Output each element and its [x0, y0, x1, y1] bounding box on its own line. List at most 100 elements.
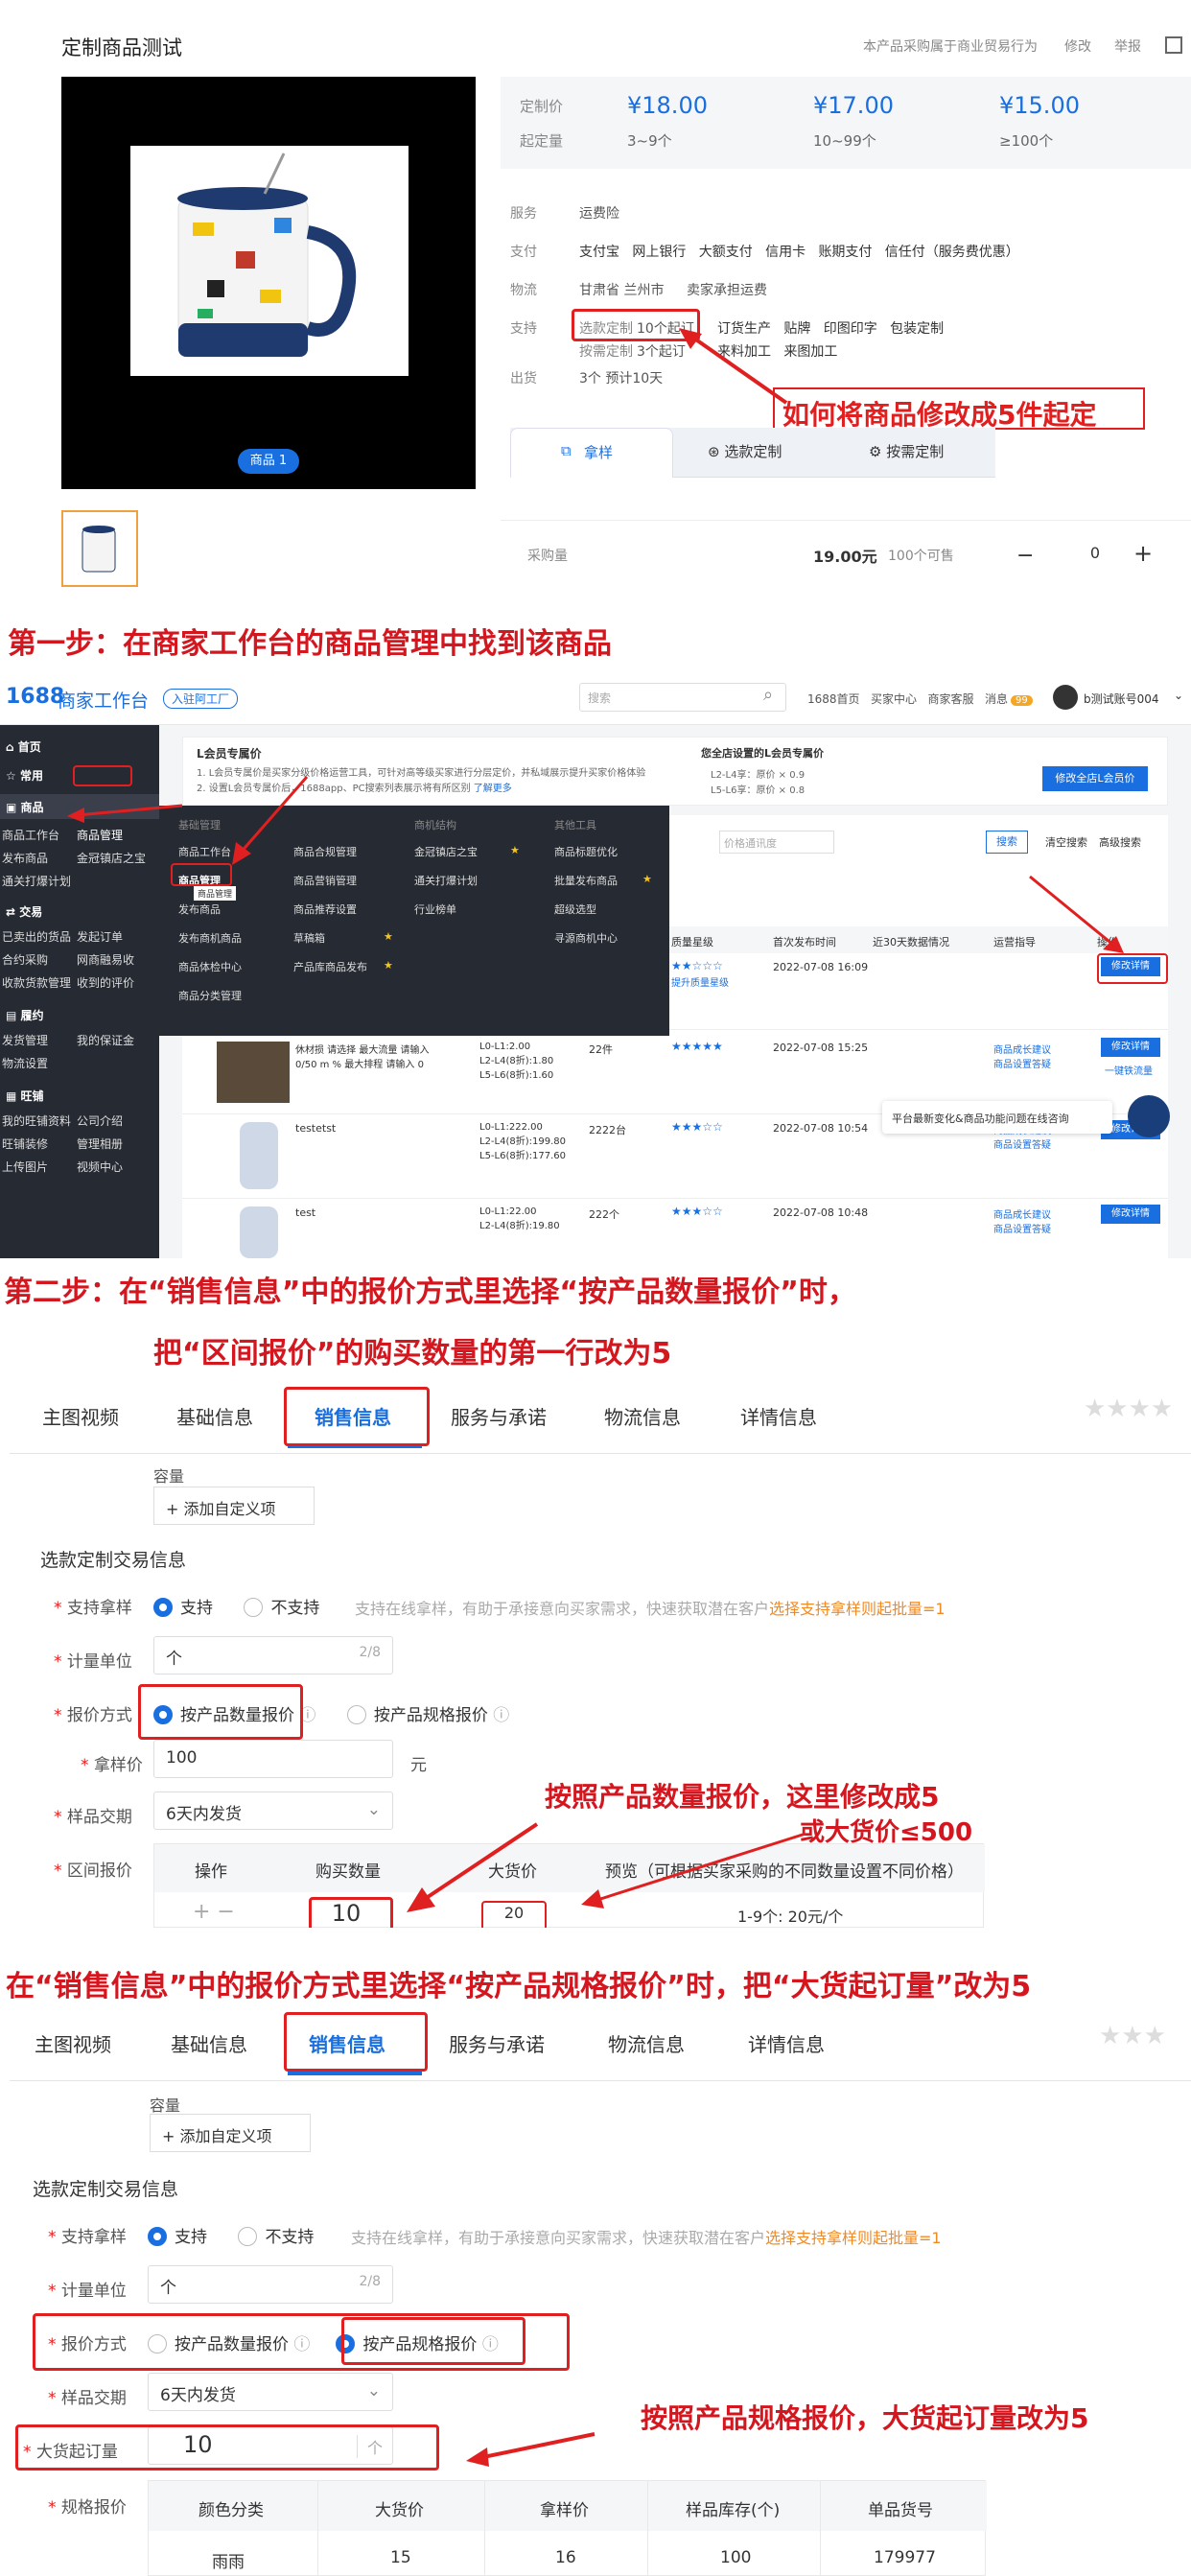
- sidebar-item-logistics[interactable]: 物流设置: [2, 1055, 48, 1071]
- sidebar-item-reviews[interactable]: 收到的评价: [77, 974, 134, 991]
- thumbnail[interactable]: [61, 510, 138, 587]
- edit-link[interactable]: 修改: [1064, 36, 1091, 56]
- tab-custom-demand[interactable]: ⚙ 按需定制: [869, 441, 944, 461]
- qty-input[interactable]: 0: [1066, 544, 1124, 562]
- sidebar-item-payment[interactable]: 收款货款管理: [2, 974, 71, 991]
- search-input[interactable]: 搜索: [579, 683, 786, 712]
- guide-links[interactable]: 商品成长建议 商品设置答疑: [993, 1206, 1051, 1235]
- tab-media[interactable]: 主图视频: [42, 1402, 119, 1430]
- spec-sample-price[interactable]: 16: [555, 2548, 576, 2567]
- nav-home[interactable]: 1688首页: [807, 692, 860, 706]
- sample-price-input[interactable]: 100: [153, 1740, 393, 1778]
- spec-price[interactable]: 15: [390, 2548, 411, 2567]
- tab-service[interactable]: 服务与承诺: [449, 2029, 545, 2057]
- menu-item[interactable]: 批量发布商品: [554, 873, 618, 888]
- qr-icon[interactable]: [1165, 36, 1182, 54]
- product-thumb[interactable]: [240, 1122, 278, 1189]
- sidebar-item-order[interactable]: 发起订单: [77, 928, 123, 945]
- star-icon[interactable]: ★: [384, 930, 393, 943]
- sidebar-item-publish[interactable]: 发布商品: [2, 850, 48, 866]
- sidebar-item-shopinfo[interactable]: 我的旺铺资料: [2, 1112, 71, 1129]
- nav-message[interactable]: 消息: [985, 692, 1008, 706]
- sidebar-shop[interactable]: ▦ 旺铺: [6, 1088, 44, 1104]
- tab-media[interactable]: 主图视频: [35, 2029, 111, 2057]
- menu-item[interactable]: 寻源商机中心: [554, 930, 618, 946]
- add-custom-button[interactable]: + 添加自定义项: [150, 2114, 311, 2152]
- tab-custom-select[interactable]: ⊛ 选款定制: [708, 441, 782, 461]
- tab-basic[interactable]: 基础信息: [176, 1402, 253, 1430]
- assistant-avatar[interactable]: [1128, 1095, 1170, 1137]
- product-thumb[interactable]: [217, 1042, 290, 1103]
- avatar[interactable]: [1053, 685, 1078, 710]
- tab-logistics[interactable]: 物流信息: [604, 1402, 681, 1430]
- spec-sku[interactable]: 179977: [874, 2548, 936, 2567]
- flow-link[interactable]: 一键铁流量: [1105, 1063, 1153, 1077]
- sidebar-item-workbench[interactable]: 商品工作台: [2, 827, 59, 843]
- plus-button[interactable]: +: [1133, 540, 1153, 567]
- chat-bubble[interactable]: 平台最新变化&商品功能问题在线咨询: [882, 1101, 1112, 1134]
- sidebar-item-deposit[interactable]: 我的保证金: [77, 1032, 134, 1048]
- search-icon[interactable]: ⌕: [763, 685, 773, 705]
- account-name[interactable]: b测试账号004: [1084, 691, 1159, 707]
- promo-more-link[interactable]: 了解更多: [474, 784, 512, 794]
- guide-links[interactable]: 商品成长建议 商品设置答疑: [993, 1042, 1051, 1070]
- nav-buyer[interactable]: 买家中心: [871, 692, 917, 706]
- menu-item[interactable]: 行业榜单: [414, 902, 456, 917]
- star-icon[interactable]: ★: [384, 959, 393, 972]
- tab-detail[interactable]: 详情信息: [748, 2029, 825, 2057]
- unit-input[interactable]: 个 2/8: [153, 1636, 393, 1674]
- spec-stock[interactable]: 100: [720, 2548, 751, 2567]
- clear-search[interactable]: 清空搜索: [1045, 834, 1087, 850]
- menu-item[interactable]: 发布商品: [178, 902, 221, 917]
- sidebar-item-finance[interactable]: 网商融易收: [77, 951, 134, 968]
- sample-radio[interactable]: 支持 不支持: [148, 2223, 314, 2247]
- unit-input[interactable]: 个 2/8: [148, 2265, 393, 2304]
- sidebar-home[interactable]: ⌂ 首页: [6, 738, 41, 755]
- add-custom-button[interactable]: + 添加自定义项: [153, 1487, 315, 1525]
- menu-item[interactable]: 商品营销管理: [293, 873, 357, 888]
- filter-select[interactable]: 价格通讯度: [719, 831, 834, 854]
- tab-detail[interactable]: 详情信息: [740, 1402, 817, 1430]
- image-badge[interactable]: 商品 1: [238, 449, 299, 474]
- sidebar-item-company[interactable]: 公司介绍: [77, 1112, 123, 1129]
- sidebar-item-ship[interactable]: 发货管理: [2, 1032, 48, 1048]
- lead-select[interactable]: 6天内发货 ⌄: [148, 2373, 393, 2411]
- sidebar-item-contract[interactable]: 合约采购: [2, 951, 48, 968]
- sample-radio[interactable]: 支持 不支持: [153, 1594, 319, 1618]
- menu-item[interactable]: 商品体检中心: [178, 959, 242, 974]
- sidebar-item-sold[interactable]: 已卖出的货品: [2, 928, 71, 945]
- sidebar-item-upload[interactable]: 上传图片: [2, 1159, 48, 1175]
- tab-logistics[interactable]: 物流信息: [608, 2029, 685, 2057]
- star-icon[interactable]: ★: [510, 844, 520, 856]
- tab-service[interactable]: 服务与承诺: [451, 1402, 547, 1430]
- report-link[interactable]: 举报: [1114, 36, 1141, 56]
- menu-item[interactable]: 草稿箱: [293, 930, 325, 946]
- product-name[interactable]: testetst: [295, 1122, 336, 1135]
- sidebar-item-boost[interactable]: 通关打爆计划: [2, 873, 71, 889]
- store-price-button[interactable]: 修改全店L会员价: [1042, 766, 1148, 791]
- edit-detail-button[interactable]: 修改详情: [1101, 1038, 1160, 1057]
- sidebar-item-decor[interactable]: 旺铺装修: [2, 1136, 48, 1152]
- lead-select[interactable]: 6天内发货 ⌄: [153, 1791, 393, 1830]
- menu-item[interactable]: 通关打爆计划: [414, 873, 478, 888]
- star-icon[interactable]: ★: [642, 873, 652, 885]
- sidebar-item-album[interactable]: 管理相册: [77, 1136, 123, 1152]
- quality-link[interactable]: 提升质量星级: [671, 974, 729, 989]
- sidebar-common[interactable]: ☆ 常用: [6, 767, 43, 784]
- menu-item[interactable]: 产品库商品发布: [293, 959, 367, 974]
- tab-basic[interactable]: 基础信息: [171, 2029, 247, 2057]
- search-button[interactable]: 搜索: [986, 831, 1028, 854]
- menu-item[interactable]: 商品标题优化: [554, 844, 618, 859]
- minus-button[interactable]: −: [1016, 544, 1034, 568]
- edit-detail-button[interactable]: 修改详情: [1101, 1205, 1160, 1224]
- sidebar-item-video[interactable]: 视频中心: [77, 1159, 123, 1175]
- product-name[interactable]: test: [295, 1206, 315, 1219]
- product-name[interactable]: 休材损 请选择 最大流量 请输入 0/50 m % 最大排程 请输入 0: [295, 1042, 449, 1070]
- menu-item[interactable]: 商品推荐设置: [293, 902, 357, 917]
- nav-service[interactable]: 商家客服: [927, 692, 973, 706]
- menu-item[interactable]: 发布商机商品: [178, 930, 242, 946]
- tab-sample[interactable]: ⧉ 拿样: [510, 428, 673, 478]
- menu-item[interactable]: 金冠镇店之宝: [414, 844, 478, 859]
- advanced-search[interactable]: 高级搜索: [1099, 834, 1141, 850]
- chevron-down-icon[interactable]: ⌄: [1174, 689, 1183, 702]
